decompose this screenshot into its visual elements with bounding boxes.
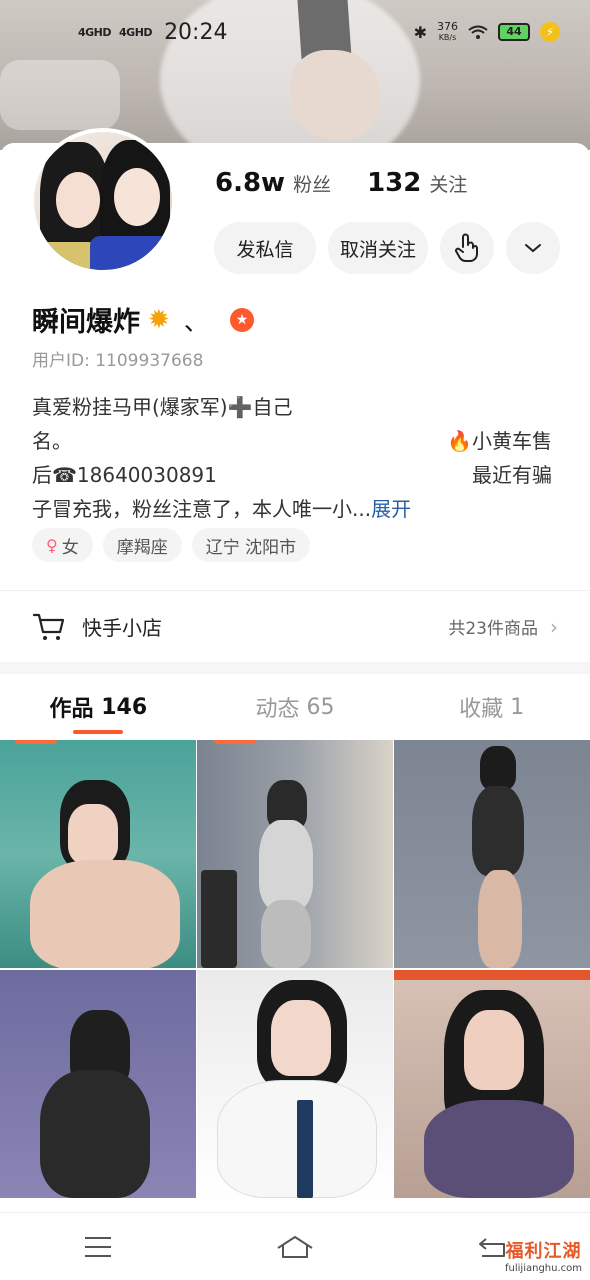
video-thumbnail[interactable] [0, 740, 196, 968]
system-nav-bar [0, 1212, 590, 1280]
collision-emoji-icon: ✹ [148, 304, 170, 335]
shop-entry[interactable]: 快手小店 共23件商品 › [0, 590, 590, 662]
followers-count[interactable]: 6.8w [215, 168, 285, 198]
tag-gender[interactable]: ♀ 女 [32, 528, 93, 562]
followers-label: 粉丝 [293, 174, 332, 196]
back-icon [478, 1237, 505, 1257]
tag-zodiac[interactable]: 摩羯座 [102, 528, 182, 562]
verified-badge-icon[interactable]: ★ [230, 307, 254, 332]
content-tabs: 作品 146 动态 65 收藏 1 [0, 676, 590, 738]
menu-icon [85, 1236, 112, 1257]
bio-line-right: 最近有骗 [472, 463, 552, 487]
user-id: 用户ID: 1109937668 [32, 351, 204, 371]
menu-button[interactable] [76, 1227, 120, 1267]
profile-name: 瞬间爆炸 [32, 307, 140, 338]
tab-favorites[interactable]: 收藏 1 [393, 676, 590, 738]
clock: 20:24 [164, 19, 228, 45]
home-button[interactable] [273, 1227, 317, 1267]
following-count[interactable]: 132 [367, 168, 421, 198]
active-tab-indicator [73, 730, 124, 734]
profile-tags: ♀ 女 摩羯座 辽宁 沈阳市 [32, 528, 311, 562]
wifi-icon [468, 25, 488, 39]
more-options-button[interactable] [506, 222, 560, 274]
send-message-button[interactable]: 发私信 [214, 222, 316, 274]
following-label: 关注 [429, 174, 468, 196]
bio-line: 子冒充我，粉丝注意了，本人唯一小... [32, 497, 372, 521]
video-thumbnail[interactable] [197, 970, 393, 1198]
hand-pointer-icon [455, 233, 478, 262]
shopping-cart-icon [32, 613, 65, 640]
chevron-down-icon [525, 244, 541, 253]
video-thumbnail[interactable] [197, 740, 393, 968]
avatar[interactable] [30, 128, 176, 274]
tab-works[interactable]: 作品 146 [0, 676, 197, 738]
battery-icon: 44 [498, 23, 530, 41]
home-icon [277, 1235, 313, 1258]
poke-button[interactable] [440, 222, 494, 274]
signal-icon: 4GHD [78, 25, 112, 39]
chevron-right-icon: › [550, 614, 558, 639]
shop-count: 共23件商品 [448, 619, 538, 639]
tag-location[interactable]: 辽宁 沈阳市 [191, 528, 311, 562]
bio-line: 后☎18640030891 [32, 463, 217, 487]
signal-icon: 4GHD [119, 25, 153, 39]
video-thumbnail[interactable] [0, 970, 196, 1198]
network-speed: 376 KB/s [437, 20, 458, 42]
action-buttons: 发私信 取消关注 [214, 222, 560, 274]
profile-page: 4GHD 4GHD 20:24 ✱ 376 KB/s 44 ⚡ 6.8w 粉丝 … [0, 0, 590, 1280]
bio: 真爱粉挂马甲(爆家军)➕自己 名。 🔥小黄车售 后☎18640030891 最近… [32, 390, 562, 526]
shop-label: 快手小店 [82, 616, 162, 640]
profile-stats: 6.8w 粉丝 132 关注 [215, 168, 467, 198]
profile-name-row: 瞬间爆炸 ✹ 、 ★ [32, 300, 254, 339]
bio-line: 名。 [32, 429, 72, 453]
section-divider [0, 662, 590, 674]
video-thumbnail[interactable] [394, 740, 590, 968]
charging-icon: ⚡ [540, 22, 560, 42]
bluetooth-icon: ✱ [413, 22, 427, 42]
video-grid [0, 740, 590, 1198]
status-bar: 4GHD 4GHD 20:24 ✱ 376 KB/s 44 ⚡ [0, 0, 590, 64]
watermark-logo: 福利江湖 fulijianghu.com [505, 1241, 582, 1274]
unfollow-button[interactable]: 取消关注 [328, 222, 428, 274]
female-icon: ♀ [46, 535, 58, 555]
bio-line-right: 🔥小黄车售 [447, 429, 552, 453]
tab-moments[interactable]: 动态 65 [197, 676, 394, 738]
expand-bio-link[interactable]: 展开 [371, 497, 411, 521]
bio-line: 真爱粉挂马甲(爆家军)➕自己 [32, 395, 293, 419]
video-thumbnail[interactable] [394, 970, 590, 1198]
name-suffix: 、 [184, 308, 208, 336]
